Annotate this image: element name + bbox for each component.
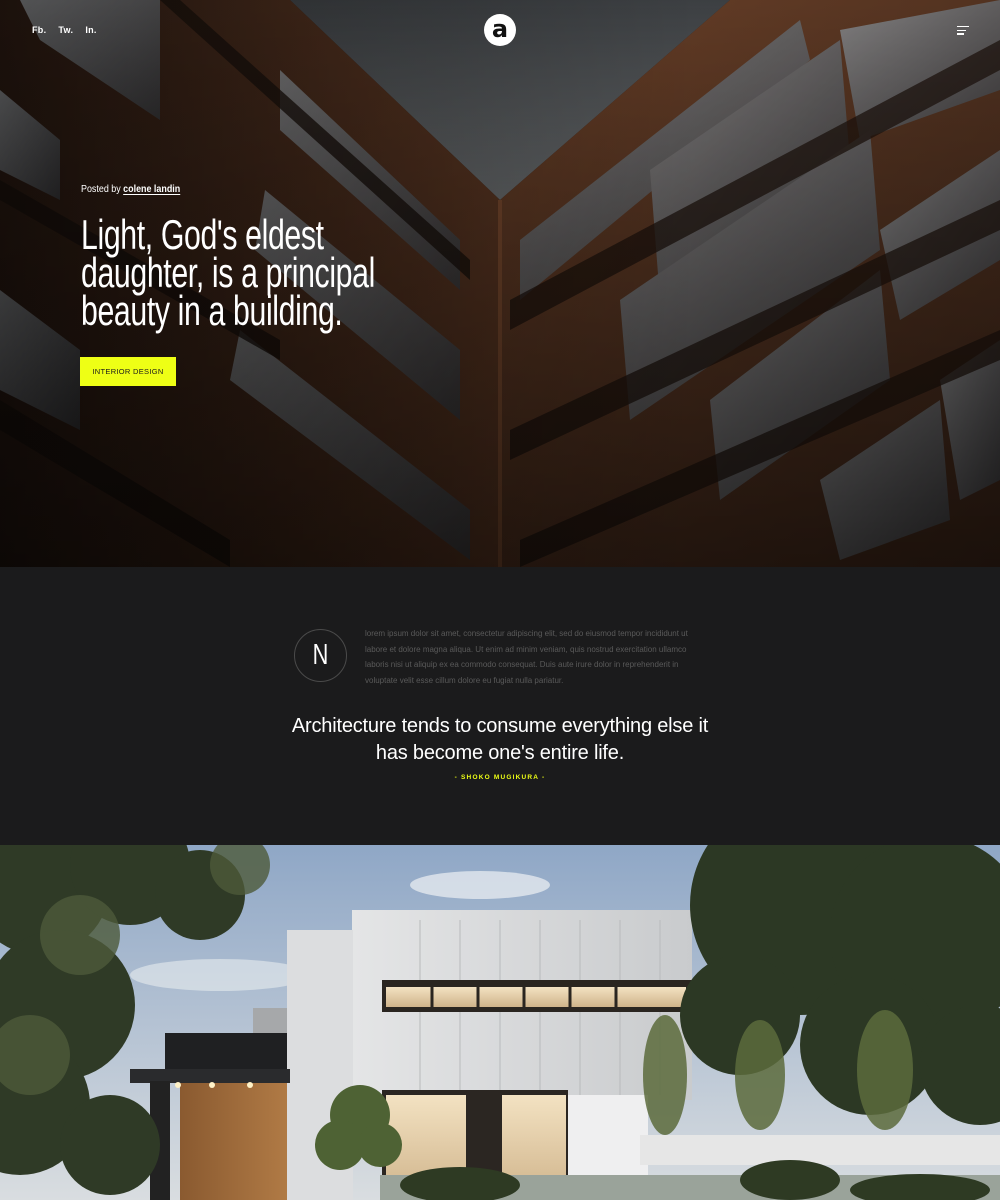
dropcap-badge: N	[294, 629, 347, 682]
intro-paragraph: lorem ipsum dolor sit amet, consectetur …	[365, 629, 688, 685]
house-photo	[0, 845, 1000, 1200]
quote-author: - SHOKO MUGIKURA -	[454, 774, 546, 781]
hero-title: Light, God's eldest daughter, is a princ…	[81, 211, 375, 334]
instagram-link[interactable]: In.	[85, 25, 96, 35]
hero-section: Fb. Tw. In. a Posted by colene landin Li…	[0, 0, 1000, 567]
post-meta: Posted by colene landin	[81, 183, 180, 195]
pull-quote: Architecture tends to consume everything…	[291, 715, 709, 764]
author-link[interactable]: colene landin	[123, 183, 180, 195]
posted-prefix: Posted by	[81, 183, 121, 195]
menu-icon[interactable]	[957, 26, 969, 35]
facebook-link[interactable]: Fb.	[32, 25, 46, 35]
social-links: Fb. Tw. In.	[32, 25, 97, 35]
twitter-link[interactable]: Tw.	[58, 25, 73, 35]
intro-section: N lorem ipsum dolor sit amet, consectetu…	[0, 567, 1000, 845]
dropcap-letter: N	[312, 639, 329, 671]
logo-letter: a	[491, 15, 509, 43]
house-image	[0, 845, 1000, 1200]
logo-icon[interactable]: a	[484, 14, 516, 46]
category-tag-button[interactable]: Interior Design	[80, 357, 176, 386]
